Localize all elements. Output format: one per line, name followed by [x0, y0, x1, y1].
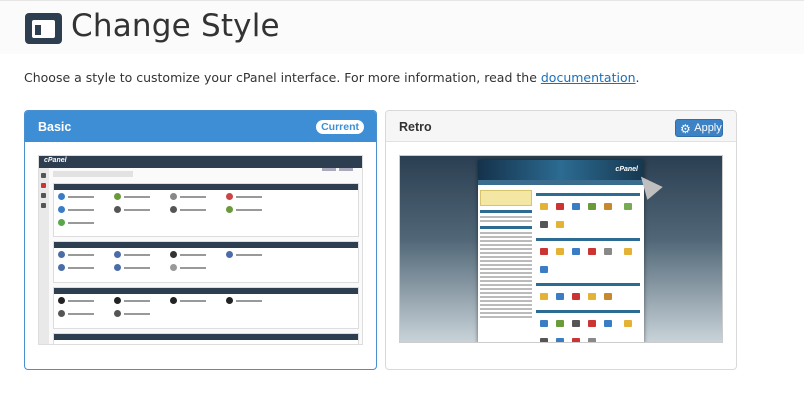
page-header: Change Style — [0, 0, 804, 54]
page-description: Choose a style to customize your cPanel … — [24, 70, 640, 85]
preview-logo: cPanel — [44, 157, 67, 164]
style-name: Retro — [399, 120, 432, 134]
description-text: Choose a style to customize your cPanel … — [24, 70, 541, 85]
preview-logo: cPanel — [615, 166, 638, 173]
gear-icon: ⚙ — [680, 122, 691, 136]
style-name: Basic — [38, 120, 72, 134]
apply-label: Apply — [694, 122, 722, 134]
style-card-retro[interactable]: Retro ⚙ Apply cPanel — [385, 110, 737, 370]
style-card-header: Retro ⚙ Apply — [386, 111, 736, 142]
current-badge: Current — [316, 120, 364, 134]
style-preview-retro: cPanel — [399, 155, 723, 343]
page-title: Change Style — [71, 8, 280, 44]
window-layout-icon — [25, 13, 62, 44]
style-card-header: Basic Current — [25, 111, 376, 142]
description-end: . — [635, 70, 640, 85]
apply-button[interactable]: ⚙ Apply — [675, 119, 723, 137]
style-card-basic[interactable]: Basic Current cPanel — [24, 110, 377, 370]
style-preview-basic: cPanel — [38, 155, 363, 345]
documentation-link[interactable]: documentation — [541, 70, 636, 85]
